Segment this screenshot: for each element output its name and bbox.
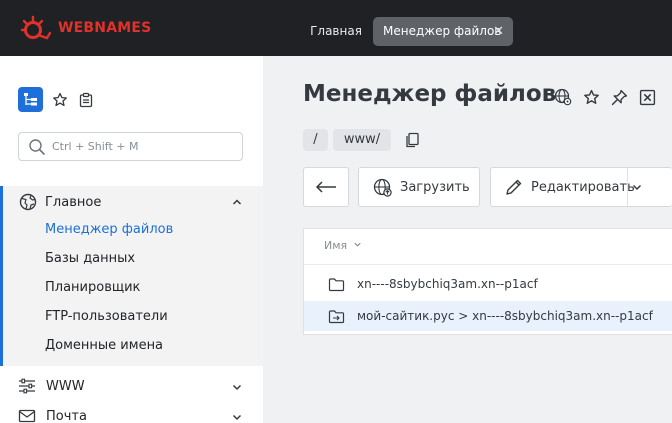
- clipboard-icon: [79, 92, 93, 107]
- chevron-down-icon[interactable]: [631, 181, 643, 193]
- chevron-down-icon: [232, 414, 242, 421]
- search-icon: [29, 138, 45, 155]
- main-content: Менеджер файлов / www/ Загрузить Редакти…: [263, 56, 672, 423]
- title-actions: [553, 87, 665, 107]
- edit-button-label: Редактировать: [531, 179, 635, 195]
- star-icon: [583, 89, 599, 104]
- pin-button[interactable]: [609, 87, 629, 107]
- search-input[interactable]: [52, 140, 222, 153]
- sidebar-item-file-manager[interactable]: Менеджер файлов: [45, 222, 173, 237]
- chevron-down-icon: [232, 384, 242, 391]
- pin-icon: [611, 89, 627, 105]
- header-divider: [304, 264, 672, 265]
- globe-icon: [19, 193, 37, 211]
- site-settings-button[interactable]: [553, 87, 573, 107]
- pencil-icon: [506, 179, 522, 195]
- copy-path-icon[interactable]: [405, 132, 420, 148]
- sidebar-item-scheduler[interactable]: Планировщик: [45, 280, 140, 295]
- sidebar-item-www[interactable]: WWW: [0, 372, 263, 400]
- breadcrumb-root[interactable]: /: [303, 129, 328, 151]
- sidebar-item-domains[interactable]: Доменные имена: [45, 338, 163, 353]
- sidebar-item-databases[interactable]: Базы данных: [45, 251, 135, 266]
- nav-group-main: Главное Менеджер файлов Базы данных План…: [0, 186, 263, 366]
- table-row[interactable]: мой-сайтик.рус > xn----8sbybchiq3am.xn--…: [304, 301, 672, 331]
- brand-name: WEBNAMES: [58, 20, 152, 36]
- mail-icon: [18, 409, 36, 423]
- favorite-button[interactable]: [581, 87, 601, 107]
- brand-logo[interactable]: WEBNAMES: [20, 14, 151, 42]
- sidebar-item-www-label: WWW: [46, 378, 85, 394]
- tree-view-icon: [24, 93, 37, 106]
- tab-home[interactable]: Главная: [306, 17, 366, 46]
- sort-chevron-icon: [354, 242, 361, 247]
- sliders-icon: [19, 378, 35, 394]
- nav-group-main-label: Главное: [45, 194, 102, 210]
- tab-file-manager-label: Менеджер файлов: [383, 24, 502, 38]
- table-row[interactable]: xn----8sbybchiq3am.xn--p1acf: [304, 269, 672, 299]
- search-box[interactable]: [18, 132, 243, 161]
- edit-button-divider: [627, 168, 628, 206]
- nav-group-main-header[interactable]: Главное: [19, 193, 101, 211]
- arrow-left-icon: [315, 181, 336, 193]
- close-icon[interactable]: ✕: [493, 17, 504, 46]
- close-window-icon: [639, 89, 655, 105]
- globe-settings-icon: [554, 88, 572, 106]
- clipboard-button[interactable]: [77, 91, 95, 109]
- breadcrumb-www[interactable]: www/: [333, 129, 391, 151]
- symlink-icon: [328, 309, 345, 323]
- chevron-up-icon[interactable]: [231, 196, 243, 208]
- file-table: Имя xn----8sbybchiq3am.xn--p1acf мой-сай…: [303, 228, 672, 335]
- sidebar: Главное Менеджер файлов Базы данных План…: [0, 56, 263, 423]
- upload-icon: [373, 178, 392, 197]
- brand-logo-icon: [20, 15, 52, 40]
- favorites-button[interactable]: [51, 91, 69, 109]
- top-bar: WEBNAMES Главная Менеджер файлов ✕: [0, 0, 672, 56]
- close-panel-button[interactable]: [637, 87, 657, 107]
- sidebar-item-ftp-users[interactable]: FTP-пользователи: [45, 309, 168, 324]
- tab-file-manager[interactable]: Менеджер файлов ✕: [373, 17, 513, 46]
- star-icon: [53, 92, 67, 106]
- column-header-name[interactable]: Имя: [324, 239, 362, 252]
- page-title: Менеджер файлов: [303, 81, 557, 107]
- file-name: мой-сайтик.рус > xn----8sbybchiq3am.xn--…: [357, 309, 653, 323]
- sidebar-item-mail[interactable]: Почта: [0, 402, 263, 423]
- upload-button-label: Загрузить: [400, 179, 470, 195]
- sidebar-toolbar: [18, 87, 95, 112]
- sidebar-item-mail-label: Почта: [46, 408, 87, 423]
- upload-button[interactable]: Загрузить: [358, 167, 480, 207]
- edit-button[interactable]: Редактировать: [490, 167, 672, 207]
- column-header-name-label: Имя: [324, 239, 348, 252]
- back-button[interactable]: [303, 167, 349, 207]
- folder-icon: [328, 277, 345, 291]
- tree-view-button[interactable]: [18, 87, 43, 112]
- file-name: xn----8sbybchiq3am.xn--p1acf: [357, 277, 538, 291]
